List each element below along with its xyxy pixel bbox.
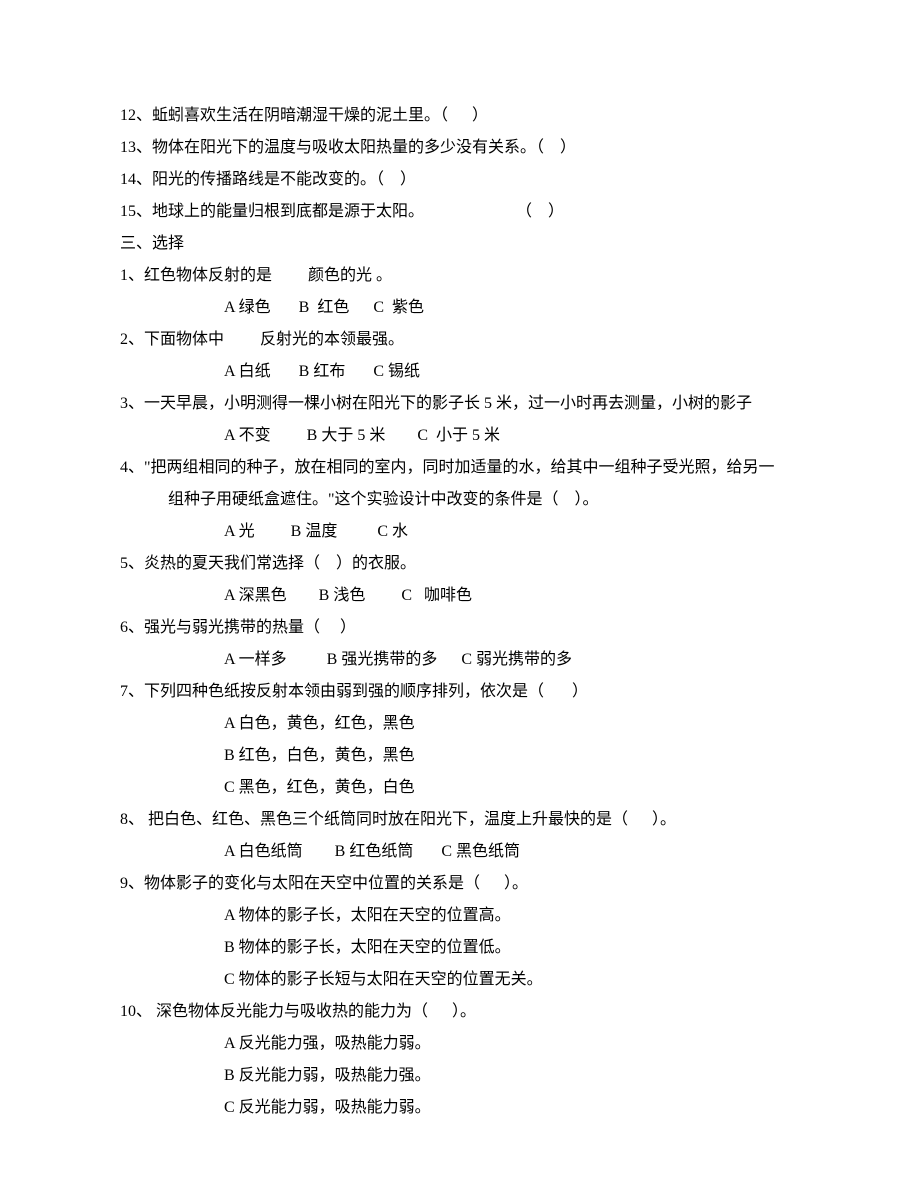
mc-q10-option-a: A 反光能力强，吸热能力弱。 [120, 1028, 800, 1060]
mc-q2-stem: 2、下面物体中 反射光的本领最强。 [120, 324, 800, 356]
mc-q9-option-b: B 物体的影子长，太阳在天空的位置低。 [120, 932, 800, 964]
mc-q5-stem: 5、炎热的夏天我们常选择（ ）的衣服。 [120, 548, 800, 580]
mc-q3-options: A 不变 B 大于 5 米 C 小于 5 米 [120, 420, 800, 452]
mc-q7-stem: 7、下列四种色纸按反射本领由弱到强的顺序排列，依次是（ ） [120, 676, 800, 708]
mc-q10-option-b: B 反光能力弱，吸热能力强。 [120, 1060, 800, 1092]
mc-q4-stem-line2: 组种子用硬纸盒遮住。"这个实验设计中改变的条件是（ ）。 [120, 484, 800, 516]
mc-q3-stem: 3、一天早晨，小明测得一棵小树在阳光下的影子长 5 米，过一小时再去测量，小树的… [120, 388, 800, 420]
mc-q5-options: A 深黑色 B 浅色 C 咖啡色 [120, 580, 800, 612]
section-3-title: 三、选择 [120, 228, 800, 260]
mc-q10-option-c: C 反光能力弱，吸热能力弱。 [120, 1092, 800, 1124]
mc-q2-options: A 白纸 B 红布 C 锡纸 [120, 356, 800, 388]
mc-q9-option-c: C 物体的影子长短与太阳在天空的位置无关。 [120, 964, 800, 996]
mc-q7-option-b: B 红色，白色，黄色，黑色 [120, 740, 800, 772]
tf-q15: 15、地球上的能量归根到底都是源于太阳。 （ ） [120, 196, 800, 228]
mc-q9-stem: 9、物体影子的变化与太阳在天空中位置的关系是（ ）。 [120, 868, 800, 900]
mc-q9-option-a: A 物体的影子长，太阳在天空的位置高。 [120, 900, 800, 932]
mc-q6-options: A 一样多 B 强光携带的多 C 弱光携带的多 [120, 644, 800, 676]
mc-q1-options: A 绿色 B 红色 C 紫色 [120, 292, 800, 324]
mc-q8-options: A 白色纸筒 B 红色纸筒 C 黑色纸筒 [120, 836, 800, 868]
mc-q4-options: A 光 B 温度 C 水 [120, 516, 800, 548]
mc-q4-stem-line1: 4、"把两组相同的种子，放在相同的室内，同时加适量的水，给其中一组种子受光照，给… [120, 452, 800, 484]
tf-q13: 13、物体在阳光下的温度与吸收太阳热量的多少没有关系。（ ） [120, 132, 800, 164]
mc-q6-stem: 6、强光与弱光携带的热量（ ） [120, 612, 800, 644]
mc-q10-stem: 10、 深色物体反光能力与吸收热的能力为（ ）。 [120, 996, 800, 1028]
mc-q7-option-a: A 白色，黄色，红色，黑色 [120, 708, 800, 740]
tf-q14: 14、阳光的传播路线是不能改变的。（ ） [120, 164, 800, 196]
tf-q12: 12、蚯蚓喜欢生活在阴暗潮湿干燥的泥土里。（ ） [120, 100, 800, 132]
mc-q8-stem: 8、 把白色、红色、黑色三个纸筒同时放在阳光下，温度上升最快的是（ ）。 [120, 804, 800, 836]
mc-q1-stem: 1、红色物体反射的是 颜色的光 。 [120, 260, 800, 292]
mc-q7-option-c: C 黑色，红色，黄色，白色 [120, 772, 800, 804]
